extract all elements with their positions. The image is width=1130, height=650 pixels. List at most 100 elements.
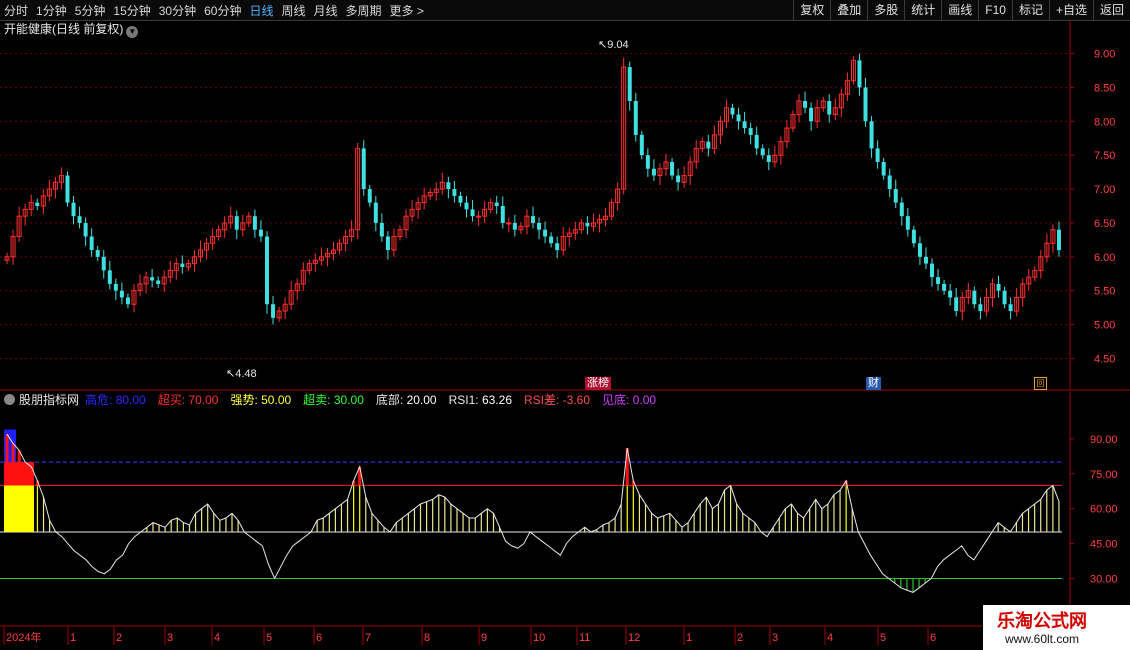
candle-body [917,243,922,257]
price-axis-label: 7.50 [1094,150,1115,162]
kline-chart[interactable]: 9.00 8.50 8.00 7.50 7.00 6.50 6.00 5.50 5.00 4.50… [0,0,1130,650]
candle-body [119,290,124,298]
candle-body [494,202,499,206]
indicator-param-7: 见底: 0.00 [602,393,657,407]
date-label: 3 [772,632,778,644]
candle-body [385,236,390,251]
candle-body [972,290,977,305]
candle-body [754,134,759,149]
date-label: 11 [579,632,590,644]
candle-body [1002,290,1007,305]
candle-body [887,175,892,190]
candle-body [476,215,482,218]
indicator-axis-label: 30.00 [1090,573,1118,585]
candle-body [125,297,130,305]
indicator-axis-label: 60.00 [1090,504,1118,516]
candle-body [549,236,554,244]
indicator-param-1: 超买: 70.00 [157,393,219,407]
candle-body [803,100,808,108]
rsi-line [6,433,1060,593]
indicator-title[interactable]: 股朋指标网 高危: 80.00 超买: 70.00 强势: 50.00 超卖: 30.0… [4,392,668,408]
candle-body [95,250,100,257]
date-label: 8 [424,632,430,644]
candle-body [252,216,257,230]
candle-body [1008,304,1013,312]
candle-body [537,222,542,230]
candle-body [258,229,263,237]
candle-body [923,256,928,264]
watermark-title: 乐淘公式网 [997,611,1087,631]
candle-body [639,134,644,156]
candle-body [736,114,741,122]
price-axis-label: 8.50 [1094,82,1115,94]
candle-body [893,189,898,203]
candle-body [89,236,94,251]
candle-body [35,202,40,206]
candle-body [996,283,1001,291]
candle-body [107,270,112,284]
price-axis-label: 4.50 [1094,353,1115,365]
event-marker-zhangting[interactable]: 涨榜 [585,377,611,390]
candle-body [470,209,475,217]
candle-body [706,141,711,149]
date-label: 2024年 [6,630,41,644]
candle-body [65,175,70,203]
candle-body [156,280,161,284]
high-note: ↖9.04 [598,39,629,51]
watermark-url: www.60lt.com [1005,632,1080,646]
indicator-param-4: 底部: 20.00 [375,393,437,407]
indicator-param-0: 高危: 80.00 [85,393,146,407]
candle-body [367,189,372,203]
candle-body [446,182,451,190]
candle-body [942,283,947,291]
date-label: 3 [167,632,173,644]
date-label: 10 [533,632,545,644]
price-axis-label: 8.00 [1094,116,1115,128]
candle-body [373,202,378,223]
candle-body [651,168,656,176]
candle-body [899,202,904,217]
candle-body [948,290,953,298]
indicator-menu-icon[interactable] [4,394,15,405]
date-label: 5 [266,632,272,644]
price-axis-label: 7.00 [1094,184,1115,196]
price-axis-label: 6.50 [1094,218,1115,230]
price-axis-label: 5.50 [1094,286,1115,298]
price-axis-label: 6.00 [1094,252,1115,264]
candle-body [150,277,155,281]
candle-body [379,222,384,237]
date-label: 6 [316,632,322,644]
candle-body [71,202,76,217]
candle-body [543,229,548,237]
candle-body [77,216,82,223]
candle-body [911,229,916,244]
candle-body [881,161,886,176]
candle-body [905,216,910,230]
low-note: ↖4.48 [226,368,257,380]
candle-body [83,222,88,237]
candle-body [271,304,276,318]
candle-body [500,206,505,223]
date-label: 1 [686,632,692,644]
candle-body [506,222,512,225]
price-axis-label: 5.00 [1094,320,1115,332]
candle-body [978,304,983,312]
candle-body [809,107,814,122]
date-label: 6 [930,632,936,644]
date-label: 7 [365,632,371,644]
candle-body [766,155,771,162]
event-marker-hui[interactable]: 回 [1034,377,1047,390]
indicator-param-2: 强势: 50.00 [230,393,292,407]
candle-body [863,87,868,122]
event-marker-cai[interactable]: 财 [866,377,881,390]
candle-body [1056,229,1061,251]
candle-body [875,148,880,162]
candle-body [827,100,832,115]
indicator-axis-label: 45.00 [1090,539,1118,551]
indicator-param-5: RSI1: 63.26 [448,393,512,407]
candle-body [633,100,638,135]
candle-body [627,67,632,101]
candle-body [458,195,463,203]
candle-body [180,263,185,267]
date-label: 4 [827,632,833,644]
